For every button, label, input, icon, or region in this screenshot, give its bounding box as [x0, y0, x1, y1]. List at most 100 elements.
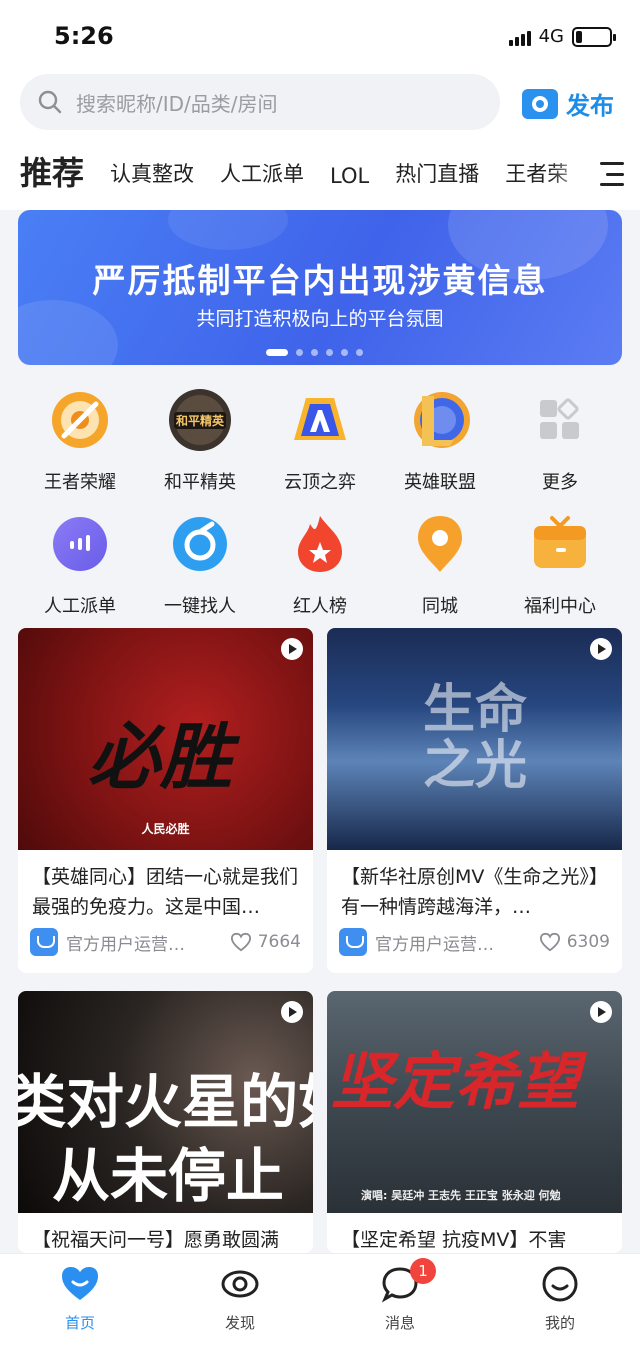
bottom-nav: 首页 发现 1 消息 我的 — [0, 1253, 640, 1353]
category-lol[interactable]: 英雄联盟 — [380, 388, 500, 494]
category-label: 一键找人 — [164, 596, 236, 617]
video-card[interactable]: 必胜 人民必胜 【英雄同心】团结一心就是我们最强的免疫力。这是中国… 官方用户运… — [18, 628, 313, 973]
more-grid-icon — [528, 388, 592, 452]
menu-icon[interactable] — [596, 162, 624, 186]
video-thumbnail: 必胜 人民必胜 — [18, 628, 313, 850]
carousel-dot — [356, 349, 363, 356]
nav-label: 发现 — [224, 1314, 255, 1332]
heart-outline-icon — [230, 932, 251, 952]
eye-icon — [220, 1264, 260, 1304]
promo-banner[interactable]: 严厉抵制平台内出现涉黄信息 共同打造积极向上的平台氛围 — [18, 210, 622, 365]
category-find-person[interactable]: 一键找人 — [140, 512, 260, 618]
like-count: 7664 — [257, 932, 301, 952]
tab-hot-live[interactable]: 热门直播 — [395, 158, 479, 200]
find-person-icon — [168, 512, 232, 576]
peace-elite-icon: 和平精英 — [168, 388, 232, 452]
gift-icon — [528, 512, 592, 576]
play-icon — [590, 1001, 612, 1023]
tab-recommend[interactable]: 推荐 — [20, 150, 84, 200]
thumbnail-text-line1: 类对火星的如 — [18, 1068, 313, 1136]
category-tabs: 推荐 认真整改 人工派单 LOL 热门直播 王者荣 — [20, 150, 640, 200]
thumbnail-text: 生命之光 — [423, 680, 528, 796]
nav-messages[interactable]: 1 消息 — [350, 1258, 450, 1333]
nav-label: 消息 — [384, 1314, 415, 1332]
battery-icon — [572, 26, 616, 47]
category-peace-elite[interactable]: 和平精英 和平精英 — [140, 388, 260, 494]
publish-button[interactable]: 发布 — [522, 86, 614, 121]
video-caption: 【坚定希望 抗疫MV】不害 — [341, 1229, 567, 1251]
header: 搜索昵称/ID/品类/房间 发布 推荐 认真整改 人工派单 LOL 热门直播 王… — [0, 72, 640, 210]
video-thumbnail: 生命之光 — [327, 628, 622, 850]
category-label: 人工派单 — [44, 596, 116, 617]
peace-elite-icon-text: 和平精英 — [175, 413, 225, 428]
video-card[interactable]: 类对火星的如 从未停止 【祝福天问一号】愿勇敢圆满 — [18, 991, 313, 1253]
honor-of-kings-icon — [48, 388, 112, 452]
nav-discover[interactable]: 发现 — [190, 1264, 290, 1333]
smile-face-icon — [540, 1264, 580, 1304]
signal-icon — [508, 28, 531, 46]
nav-profile[interactable]: 我的 — [510, 1264, 610, 1333]
category-label: 云顶之弈 — [284, 472, 356, 493]
category-same-city[interactable]: 同城 — [380, 512, 500, 618]
video-caption: 【新华社原创MV《生命之光》】有一种情跨越海洋，… — [341, 866, 608, 918]
category-label: 王者荣耀 — [44, 472, 116, 493]
nav-home[interactable]: 首页 — [30, 1264, 130, 1333]
heart-home-icon — [60, 1264, 100, 1304]
like-count: 6309 — [566, 932, 610, 952]
category-label: 红人榜 — [293, 596, 347, 617]
category-honor-of-kings[interactable]: 王者荣耀 — [20, 388, 140, 494]
carousel-dot — [296, 349, 303, 356]
carousel-dot — [326, 349, 333, 356]
like-button[interactable]: 7664 — [230, 932, 301, 952]
official-avatar-icon — [30, 928, 58, 956]
category-tft[interactable]: 云顶之弈 — [260, 388, 380, 494]
category-label: 福利中心 — [524, 596, 596, 617]
tft-icon — [288, 388, 352, 452]
category-more[interactable]: 更多 — [500, 388, 620, 494]
thumbnail-text: 坚定希望 — [331, 1045, 580, 1118]
category-label: 和平精英 — [164, 472, 236, 493]
category-label: 更多 — [542, 472, 578, 493]
fire-icon — [288, 512, 352, 576]
video-author: 官方用户运营… — [66, 934, 185, 955]
thumbnail-text: 必胜 — [88, 715, 233, 799]
like-button[interactable]: 6309 — [539, 932, 610, 952]
tab-manual-dispatch[interactable]: 人工派单 — [220, 158, 304, 200]
video-card[interactable]: 坚定希望 演唱: 吴廷冲 王志先 王正宝 张永迎 何勉 【坚定希望 抗疫MV】不… — [327, 991, 622, 1253]
video-meta: 官方用户运营… 7664 — [18, 920, 313, 956]
voice-icon — [48, 512, 112, 576]
status-time: 5:26 — [54, 22, 114, 50]
nav-label: 我的 — [544, 1314, 575, 1332]
tabs-fade — [550, 150, 590, 200]
chat-bubble-icon: 1 — [380, 1258, 436, 1304]
category-label: 英雄联盟 — [404, 472, 476, 493]
unread-badge: 1 — [410, 1258, 436, 1284]
nav-label: 首页 — [64, 1314, 95, 1332]
play-icon — [281, 638, 303, 660]
category-label: 同城 — [422, 596, 458, 617]
category-manual-dispatch[interactable]: 人工派单 — [20, 512, 140, 618]
tab-rectify[interactable]: 认真整改 — [110, 158, 194, 200]
carousel-dot — [266, 349, 288, 356]
status-right: 4G — [508, 26, 616, 47]
play-icon — [590, 638, 612, 660]
lol-icon — [408, 388, 472, 452]
play-icon — [281, 1001, 303, 1023]
heart-outline-icon — [539, 932, 560, 952]
thumbnail-subtext: 人民必胜 — [141, 822, 190, 836]
video-caption: 【祝福天问一号】愿勇敢圆满 — [32, 1229, 280, 1251]
video-card[interactable]: 生命之光 【新华社原创MV《生命之光》】有一种情跨越海洋，… 官方用户运营… 6… — [327, 628, 622, 973]
category-rank[interactable]: 红人榜 — [260, 512, 380, 618]
video-author: 官方用户运营… — [375, 934, 494, 955]
video-meta: 官方用户运营… 6309 — [327, 920, 622, 956]
banner-decoration — [168, 210, 288, 250]
tab-lol[interactable]: LOL — [330, 164, 369, 200]
carousel-indicator — [266, 349, 363, 356]
carousel-dot — [311, 349, 318, 356]
video-thumbnail: 坚定希望 演唱: 吴廷冲 王志先 王正宝 张永迎 何勉 — [327, 991, 622, 1213]
camera-icon — [522, 88, 558, 119]
category-welfare[interactable]: 福利中心 — [500, 512, 620, 618]
banner-title: 严厉抵制平台内出现涉黄信息 — [92, 261, 548, 300]
search-input[interactable]: 搜索昵称/ID/品类/房间 — [20, 74, 500, 130]
banner-subtitle: 共同打造积极向上的平台氛围 — [196, 308, 444, 330]
